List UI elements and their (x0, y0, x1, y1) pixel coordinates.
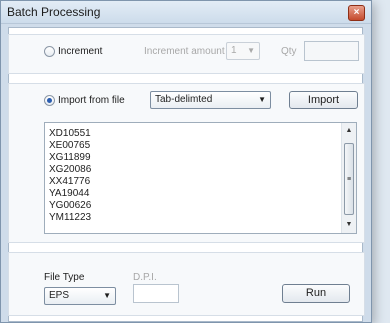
increment-amount-label: Increment amount (144, 46, 225, 57)
grip-icon: ≡ (347, 176, 352, 183)
dpi-input[interactable] (133, 284, 179, 303)
import-button[interactable]: Import (289, 91, 358, 109)
list-item[interactable]: YG00626 (49, 200, 91, 212)
increment-radio-label: Increment (58, 46, 103, 57)
import-radio[interactable] (44, 95, 55, 106)
title-bar: Batch Processing × (1, 1, 371, 24)
increment-radio[interactable] (44, 46, 55, 57)
file-type-value: EPS (49, 290, 70, 301)
list-item[interactable]: YM11223 (49, 212, 91, 224)
chevron-down-icon: ▼ (247, 46, 255, 55)
window-title: Batch Processing (7, 5, 101, 19)
scroll-thumb[interactable]: ≡ (344, 143, 354, 215)
increment-amount-select[interactable]: 1 ▼ (226, 42, 260, 60)
import-radio-label: Import from file (58, 95, 125, 106)
file-format-value: Tab-delimted (155, 94, 213, 105)
item-listbox[interactable]: XD10551 XE00765 XG11899 XG20086 XX41776 … (44, 122, 357, 234)
chevron-down-icon: ▼ (103, 291, 111, 300)
scroll-up-icon[interactable]: ▲ (342, 125, 356, 137)
dpi-label: D.P.I. (133, 272, 157, 283)
close-button[interactable]: × (348, 5, 365, 21)
close-icon: × (353, 7, 360, 18)
chevron-down-icon: ▼ (258, 95, 266, 104)
list-item[interactable]: XG11899 (49, 152, 91, 164)
qty-label: Qty (281, 46, 297, 57)
file-format-select[interactable]: Tab-delimted ▼ (150, 91, 271, 109)
run-button[interactable]: Run (282, 284, 350, 303)
list-scrollbar[interactable]: ▲ ≡ ▼ (341, 123, 356, 233)
file-type-label: File Type (44, 272, 85, 283)
list-item[interactable]: YA19044 (49, 188, 89, 200)
list-item[interactable]: XD10551 (49, 128, 91, 140)
increment-amount-value: 1 (231, 45, 237, 56)
file-type-select[interactable]: EPS ▼ (44, 287, 116, 305)
qty-input[interactable] (304, 41, 359, 61)
list-item[interactable]: XE00765 (49, 140, 90, 152)
list-item[interactable]: XX41776 (49, 176, 90, 188)
list-item[interactable]: XG20086 (49, 164, 91, 176)
scroll-down-icon[interactable]: ▼ (342, 219, 356, 231)
